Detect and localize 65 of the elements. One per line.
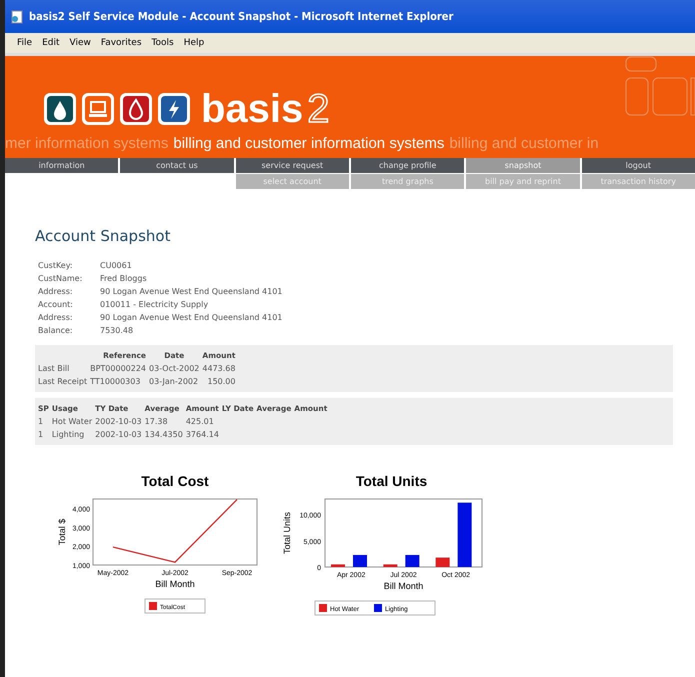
- field-label: Balance:: [38, 326, 74, 335]
- tagline-text: billing and customer information systems: [173, 135, 444, 152]
- table-cell-text: 3764.14: [186, 429, 220, 441]
- table-cell: 03-Oct-2002: [149, 362, 202, 375]
- table-cell-text: 425.01: [186, 416, 215, 428]
- logo-tile-icon: [119, 92, 153, 126]
- nav-tab[interactable]: service request: [236, 158, 349, 173]
- table-cell-text: 1: [38, 416, 44, 428]
- page-icon: [11, 10, 23, 24]
- page-heading: Account Snapshot: [35, 227, 172, 245]
- table-cell-text: 4473.68: [202, 363, 236, 375]
- table-cell-text: 150.00: [206, 376, 236, 388]
- axis-label: Bill Month: [384, 581, 424, 591]
- chart-title: Total Cost: [141, 473, 209, 489]
- table-cell-text: 03-Jan-2002: [149, 376, 200, 388]
- tagline-text: billing and customer in: [449, 135, 599, 152]
- table-cell-text: Hot Water: [52, 416, 94, 428]
- table-cell-text: Last Bill: [38, 363, 70, 375]
- table-cell-text: Lighting: [52, 429, 86, 441]
- table-cell-text: 2002-10-03: [95, 429, 143, 441]
- field-label: Address:: [38, 313, 74, 322]
- field-value: 90 Logan Avenue West End Queensland 4101: [100, 313, 282, 322]
- axis-label: Total $: [57, 518, 67, 546]
- field-label: CustKey:: [38, 261, 74, 270]
- brand-suffix: 2: [307, 89, 330, 129]
- logo-tile-icon: [81, 92, 115, 126]
- field-value: CU0061: [100, 261, 133, 270]
- bar: [383, 564, 398, 567]
- table-cell: Last Receipt: [38, 375, 90, 388]
- bar: [458, 502, 472, 567]
- nav-tab[interactable]: change profile: [351, 158, 464, 173]
- table-cell: 17.38: [144, 415, 186, 428]
- brand-name: basis: [201, 89, 304, 129]
- menu-item[interactable]: View: [70, 38, 91, 48]
- table-cell: 134.4350: [144, 428, 186, 441]
- decorative-squares-drawing: [625, 56, 695, 116]
- nav-tab[interactable]: contact us: [120, 158, 234, 173]
- window-title: basis2 Self Service Module - Account Snapshot - Microsoft Internet Explorer: [29, 10, 454, 23]
- logo-tile-icon: [157, 92, 191, 126]
- table-cell-text: BPT00000224: [90, 363, 148, 375]
- menu-item[interactable]: File: [17, 38, 32, 48]
- axis-label: Bill Month: [155, 579, 195, 589]
- menu-item[interactable]: Edit: [42, 38, 60, 48]
- menu-item[interactable]: Help: [184, 38, 204, 48]
- logo-tile-icon: [43, 92, 77, 126]
- table-cell-text: TT10000303: [90, 376, 142, 388]
- axis-label: Total Units: [282, 512, 292, 554]
- table-cell-text: 2002-10-03: [95, 416, 143, 428]
- nav-tab[interactable]: information: [5, 158, 118, 173]
- table-cell-text: 1: [38, 429, 44, 441]
- field-label: Address:: [38, 287, 74, 296]
- bar: [331, 564, 345, 567]
- field-value: 90 Logan Avenue West End Queensland 4101: [100, 287, 282, 296]
- bar: [353, 554, 367, 567]
- field-label: Account:: [38, 300, 74, 309]
- menu-item[interactable]: Favorites: [100, 38, 142, 48]
- field-value: 7530.48: [100, 326, 134, 335]
- field-label: CustName:: [38, 274, 84, 283]
- chart-title: Total Units: [356, 473, 428, 489]
- menu-item[interactable]: Tools: [152, 38, 174, 48]
- field-value: Fred Bloggs: [100, 274, 148, 283]
- nav-tab[interactable]: logout: [582, 158, 695, 173]
- field-value: 010011 - Electricity Supply: [100, 300, 210, 309]
- bar: [436, 558, 450, 567]
- tagline-text: mer information systems: [5, 135, 168, 152]
